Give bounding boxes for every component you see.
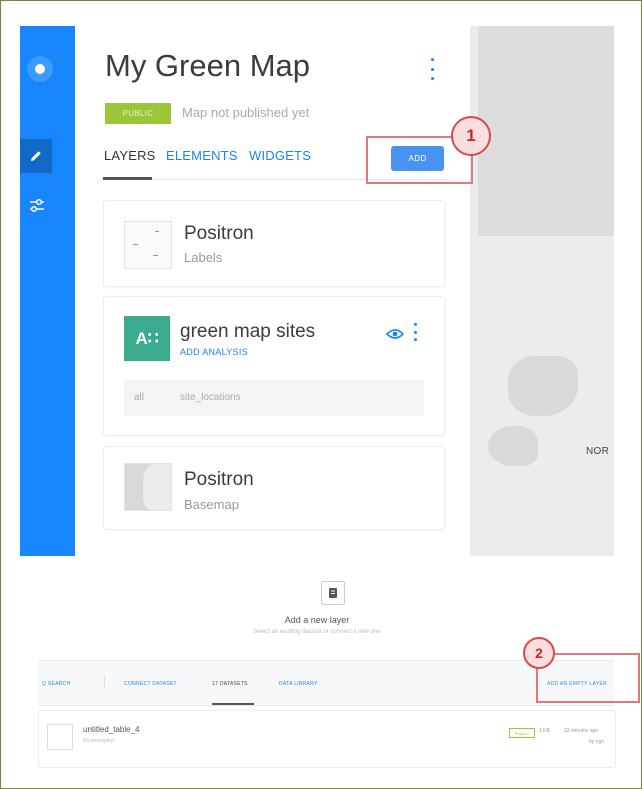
layer-name: green map sites [180,321,316,342]
left-rail [20,26,75,556]
tab-layers[interactable]: LAYERS [104,148,156,163]
source-prefix: all [134,392,145,403]
layer-card-basemap[interactable]: Positron Basemap [103,446,445,530]
layer-name: Positron [184,223,254,244]
add-analysis-link[interactable]: ADD ANALYSIS [180,347,248,357]
active-tab-indicator [103,177,152,180]
basemap-thumbnail [124,463,172,511]
eye-icon[interactable] [385,327,405,345]
map-options-icon[interactable] [429,58,435,80]
layer-name: Positron [184,469,254,490]
dataset-layer-icon: A∷ [124,316,170,361]
tab-widgets[interactable]: WIDGETS [249,148,311,163]
dataset-checkbox[interactable] [47,724,73,750]
layers-panel: My Green Map PUBLIC Map not published ye… [75,26,470,556]
layer-card-labels[interactable]: Positron Labels [103,200,445,287]
privacy-badge: PUBLIC [509,728,535,738]
dialog-toolbar: Q SEARCH CONNECT DATASET 17 DATASETS DAT… [38,660,614,706]
map-place-label: NOR [586,446,610,457]
step-callout: 1 [451,116,491,156]
dataset-updated-by: by ngo [589,739,605,745]
map-editor-screenshot: My Green Map PUBLIC Map not published ye… [20,26,614,556]
dataset-row[interactable]: untitled_table_4 No description PUBLIC 1… [38,710,616,768]
dataset-updated: 33 minutes ago [564,728,599,734]
layer-subtitle: Labels [184,250,223,265]
map-landmass [508,356,578,416]
source-name: site_locations [180,392,241,403]
map-landmass [488,426,538,466]
tab-elements[interactable]: ELEMENTS [166,148,238,163]
tab-datasets[interactable]: 17 DATASETS [212,681,248,687]
app-logo[interactable] [27,56,53,82]
pencil-icon[interactable] [20,139,52,173]
layer-options-icon[interactable] [412,323,418,341]
tab-connect-dataset[interactable]: CONNECT DATASET [124,681,177,687]
document-icon [321,581,345,605]
active-tab-indicator [212,703,254,705]
map-title[interactable]: My Green Map [105,48,310,84]
divider [104,675,105,689]
privacy-badge[interactable]: PUBLIC [105,103,171,124]
panel-map-divider [470,26,478,556]
step-callout: 2 [523,637,555,669]
layer-subtitle: Basemap [184,497,239,512]
dialog-subtitle: Select an existing dataset or connect a … [253,629,381,635]
dataset-name: untitled_table_4 [83,725,140,734]
add-layer-dialog-screenshot: Add a new layer Select an existing datas… [20,560,616,775]
tab-data-library[interactable]: DATA LIBRARY [279,681,318,687]
search-link[interactable]: Q SEARCH [42,681,71,687]
layer-source[interactable]: all site_locations [124,380,424,416]
publish-status: Map not published yet [182,105,310,120]
sliders-icon[interactable] [24,194,50,218]
layer-card-green-map-sites[interactable]: A∷ green map sites ADD ANALYSIS all site… [103,296,445,436]
dataset-description: No description [83,738,115,744]
layer-thumbnail [124,221,172,269]
map-preview[interactable]: NOR [478,26,614,556]
dataset-size: 1 KB [539,728,550,734]
dialog-title: Add a new layer [284,615,350,625]
